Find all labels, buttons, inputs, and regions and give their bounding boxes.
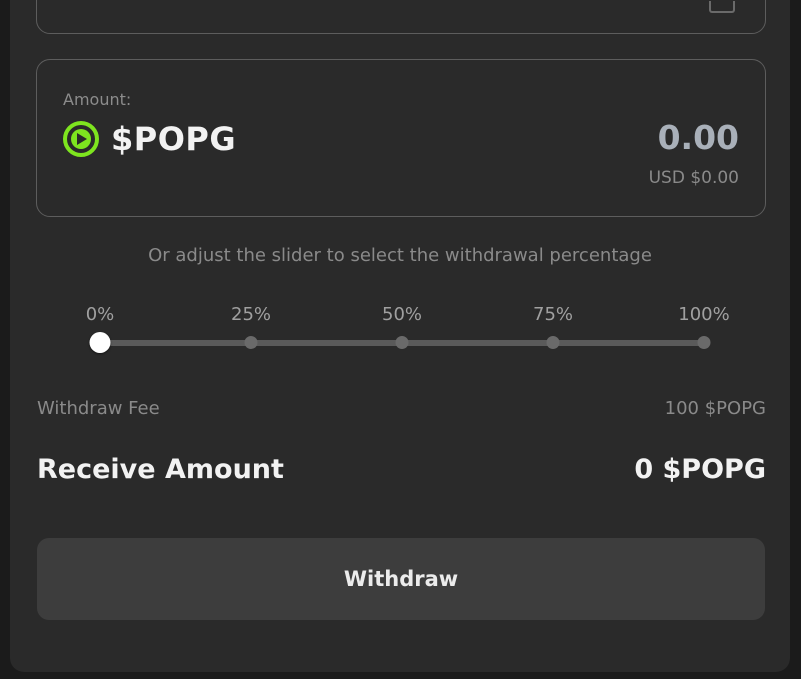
amount-card[interactable]: Amount: $POPG 0.00 USD $0.00 — [36, 59, 766, 217]
withdraw-fee-value: 100 $POPG — [664, 398, 766, 419]
tick-label-50[interactable]: 50% — [382, 304, 422, 325]
token-row: $POPG — [63, 120, 236, 158]
receive-amount-value: 0 $POPG — [634, 454, 766, 485]
usd-value: USD $0.00 — [648, 168, 739, 188]
receive-amount-label: Receive Amount — [37, 454, 284, 485]
withdraw-button[interactable]: Withdraw — [37, 538, 765, 620]
slider-handle[interactable] — [89, 332, 111, 353]
token-symbol: $POPG — [111, 120, 237, 158]
amount-label: Amount: — [63, 90, 132, 109]
slider-tick-dot[interactable] — [697, 336, 711, 349]
slider-tick-dot[interactable] — [244, 336, 258, 349]
tick-label-25[interactable]: 25% — [231, 304, 271, 325]
tick-label-0[interactable]: 0% — [86, 304, 115, 325]
checkbox-icon[interactable] — [709, 1, 735, 13]
tick-label-100[interactable]: 100% — [678, 304, 729, 325]
amount-value[interactable]: 0.00 — [658, 118, 739, 157]
slider-tick-dot[interactable] — [546, 336, 560, 349]
percentage-slider[interactable]: 0% 25% 50% 75% 100% — [50, 300, 730, 360]
previous-card — [36, 0, 766, 34]
popg-token-icon — [63, 121, 99, 157]
slider-hint: Or adjust the slider to select the withd… — [148, 245, 652, 266]
tick-label-75[interactable]: 75% — [533, 304, 573, 325]
slider-tick-dot[interactable] — [395, 336, 409, 349]
withdraw-panel: Amount: $POPG 0.00 USD $0.00 Or adjust t… — [10, 0, 790, 672]
withdraw-fee-label: Withdraw Fee — [37, 398, 160, 419]
